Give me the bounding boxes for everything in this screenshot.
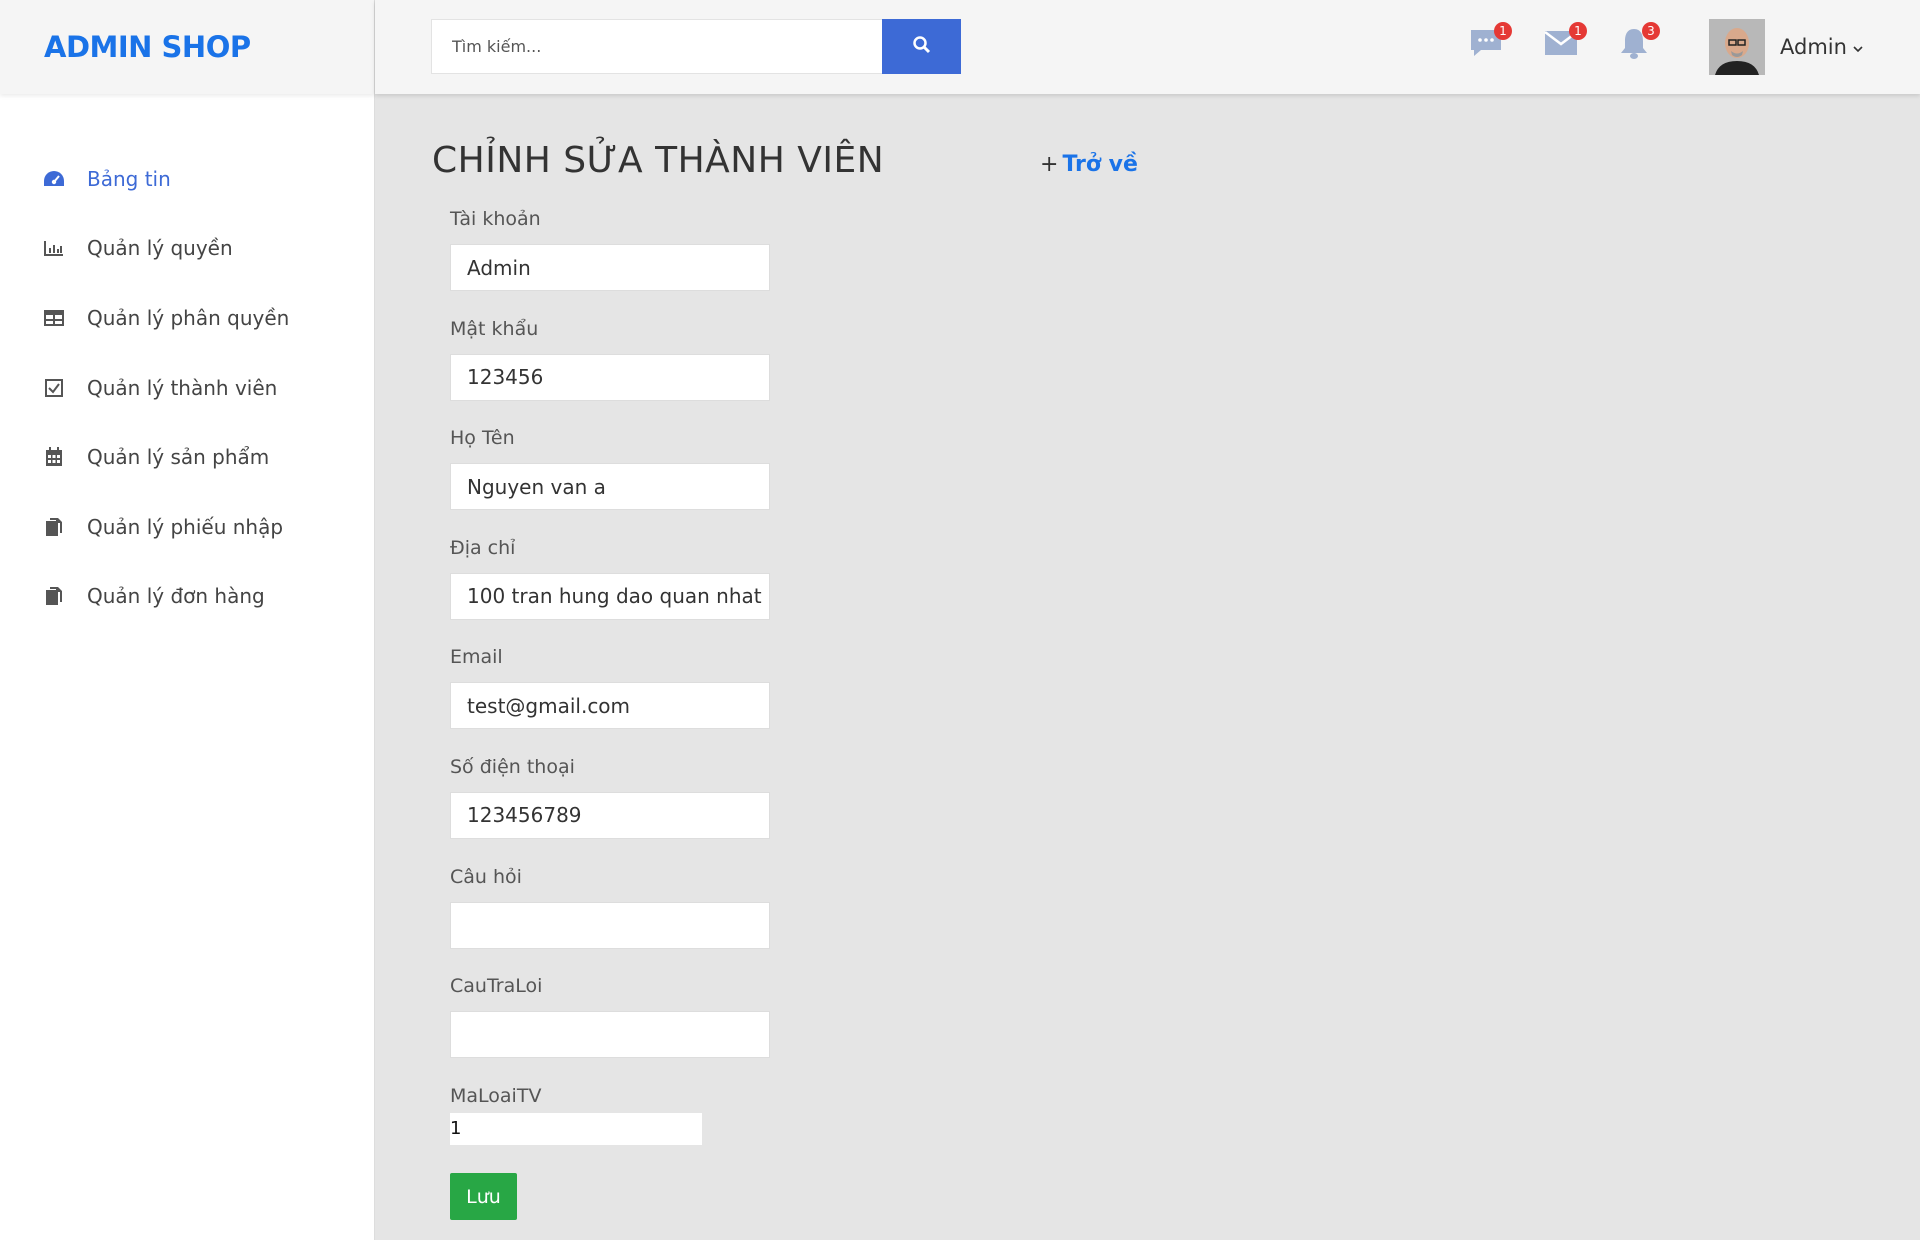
back-link[interactable]: + Trở về	[1040, 152, 1138, 177]
sidebar-item-import-receipts[interactable]: Quản lý phiếu nhập	[0, 492, 374, 562]
sidebar-item-label: Quản lý sản phẩm	[87, 445, 270, 470]
field-password: Mật khẩu	[450, 314, 780, 424]
top-header: 1 1 3 Admin	[375, 0, 1920, 94]
field-label: Mật khẩu	[450, 317, 539, 340]
messages-badge: 1	[1494, 22, 1512, 40]
avatar	[1709, 19, 1765, 75]
search-input[interactable]	[431, 19, 882, 74]
field-answer: CauTraLoi	[450, 971, 780, 1081]
fullname-input[interactable]	[450, 463, 770, 511]
save-button[interactable]: Lưu	[450, 1173, 517, 1220]
email-input[interactable]	[450, 682, 770, 730]
sidebar-item-orders[interactable]: Quản lý đơn hàng	[0, 562, 374, 632]
alerts-badge: 3	[1642, 22, 1660, 40]
field-question: Câu hỏi	[450, 862, 780, 972]
user-menu[interactable]: Admin	[1709, 19, 1863, 75]
messages-button[interactable]: 1	[1468, 22, 1512, 62]
address-input[interactable]	[450, 572, 770, 620]
search-button[interactable]	[882, 19, 961, 74]
documents-icon	[43, 516, 65, 538]
sidebar-item-label: Quản lý thành viên	[87, 375, 278, 400]
field-label: Họ Tên	[450, 427, 515, 450]
field-phone: Số điện thoại	[450, 752, 780, 862]
logo-area: ADMIN SHOP	[0, 0, 374, 94]
field-label: Câu hỏi	[450, 865, 522, 888]
account-input[interactable]	[450, 244, 770, 291]
field-label: Tài khoản	[450, 208, 541, 230]
member-type-input[interactable]	[450, 1112, 702, 1145]
sidebar-item-label: Quản lý đơn hàng	[87, 584, 265, 609]
brand-logo[interactable]: ADMIN SHOP	[44, 30, 251, 64]
field-member-type: MaLoaiTV	[450, 1081, 780, 1145]
sidebar-item-label: Quản lý phiếu nhập	[87, 514, 284, 539]
sidebar-item-label: Quản lý quyền	[87, 236, 233, 261]
field-account: Tài khoản	[450, 204, 780, 314]
table-icon	[43, 307, 65, 329]
sidebar-item-members[interactable]: Quản lý thành viên	[0, 353, 374, 423]
field-email: Email	[450, 642, 780, 752]
sidebar-nav: Bảng tin Quản lý quyền Quản lý phân quyề…	[0, 94, 374, 631]
field-label: Số điện thoại	[450, 755, 575, 778]
user-name: Admin	[1780, 35, 1847, 59]
page-title: CHỈNH SỬA THÀNH VIÊN	[432, 140, 885, 181]
password-input[interactable]	[450, 353, 770, 401]
chevron-down-icon	[1853, 38, 1863, 57]
sidebar-item-label: Bảng tin	[87, 166, 171, 191]
field-label: Địa chỉ	[450, 536, 516, 559]
phone-input[interactable]	[450, 791, 770, 839]
search-icon	[912, 35, 932, 58]
answer-input[interactable]	[450, 1011, 770, 1059]
mail-button[interactable]: 1	[1543, 22, 1587, 62]
checkbox-icon	[43, 377, 65, 399]
search-bar	[431, 19, 961, 74]
bar-chart-icon	[43, 237, 65, 259]
sidebar-item-products[interactable]: Quản lý sản phẩm	[0, 422, 374, 492]
field-fullname: Họ Tên	[450, 423, 780, 533]
sidebar: ADMIN SHOP Bảng tin Quản lý quyền Quản l…	[0, 0, 375, 1240]
sidebar-item-label: Quản lý phân quyền	[87, 305, 290, 330]
mail-badge: 1	[1569, 22, 1587, 40]
sidebar-item-role-permissions[interactable]: Quản lý phân quyền	[0, 283, 374, 353]
plus-icon: +	[1040, 152, 1059, 177]
sidebar-item-dashboard[interactable]: Bảng tin	[0, 144, 374, 214]
field-label: MaLoaiTV	[450, 1084, 542, 1107]
dashboard-icon	[43, 168, 65, 190]
field-address: Địa chỉ	[450, 533, 780, 643]
calendar-icon	[43, 446, 65, 468]
documents-icon	[43, 585, 65, 607]
field-label: Email	[450, 646, 503, 669]
alerts-button[interactable]: 3	[1616, 22, 1660, 62]
back-label: Trở về	[1062, 152, 1138, 177]
edit-member-form: Tài khoản Mật khẩu Họ Tên Địa chỉ Email …	[450, 204, 780, 1145]
sidebar-item-permissions[interactable]: Quản lý quyền	[0, 214, 374, 284]
main-content: CHỈNH SỬA THÀNH VIÊN	[432, 140, 884, 181]
question-input[interactable]	[450, 901, 770, 949]
field-label: CauTraLoi	[450, 975, 543, 998]
